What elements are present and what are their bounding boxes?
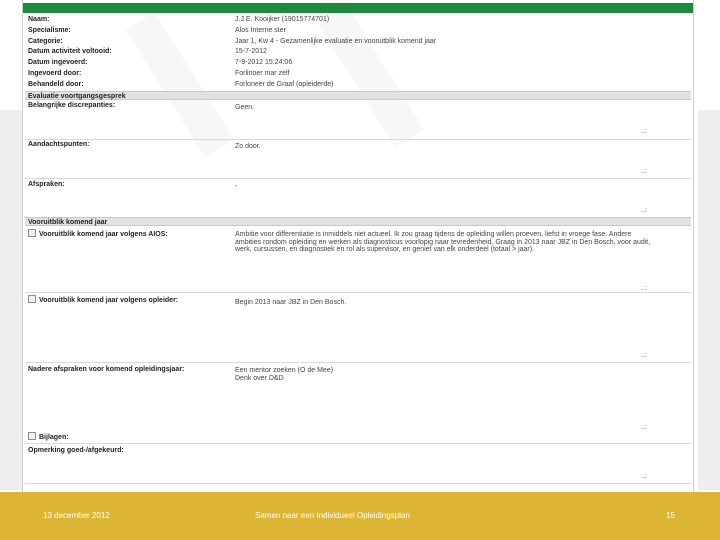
slide-side-left [0,110,22,490]
row-divider [25,443,691,444]
resize-handle-icon[interactable]: ..: [641,424,647,431]
label-ingevoerd-door: Ingevoerd door: [28,70,82,77]
resize-handle-icon[interactable]: ..: [641,128,647,135]
value-datum-ingevoerd: 7-9-2012 15:24:06 [235,59,293,66]
label-bijlagen-text: Bijlagen: [39,433,69,441]
label-vooruitblik-opleider: Vooruitblik komend jaar volgens opleider… [28,295,179,304]
value-discrepanties[interactable]: Geen. [235,104,254,111]
background-watermark [316,2,424,147]
label-datum-ingevoerd: Datum ingevoerd: [28,59,88,66]
value-vooruitblik-aios[interactable]: Ambitie voor differentiatie is inmiddels… [235,231,655,254]
value-ingevoerd-door: Forlinoer mar zelf [235,70,290,77]
value-datum-voltooid: 15-7-2012 [235,48,267,55]
label-behandeld-door: Behandeld door: [28,81,84,88]
row-divider [25,292,691,293]
footer-page-number: 15 [666,511,675,520]
value-specialisme: Alos Interne ster [235,27,286,34]
footer-title: Samen naar een Individueel Opleidingspla… [255,511,410,520]
header-green-bar [23,3,693,13]
row-divider [25,139,691,140]
label-naam: Naam: [28,16,50,23]
label-datum-voltooid: Datum activiteit voltooid: [28,48,112,55]
expand-checkbox-icon[interactable] [28,229,36,237]
value-naam: J.J.E. Kooijker (19015774701) [235,16,330,23]
value-afspraken[interactable]: - [235,183,237,190]
value-vooruitblik-opleider[interactable]: Begin 2013 naar JBZ in Den Bosch. [235,299,346,306]
row-divider [25,362,691,363]
label-vooruitblik-aios: Vooruitblik komend jaar volgens AIOS: [28,229,168,238]
background-watermark [126,12,234,157]
value-aandachtspunten[interactable]: Zo door. [235,143,261,150]
label-specialisme: Specialisme: [28,27,71,34]
section-header-vooruitblik: Vooruitblik komend jaar [25,217,691,226]
resize-handle-icon[interactable]: ..: [641,168,647,175]
label-vooruitblik-aios-text: Vooruitblik komend jaar volgens AIOS: [39,230,168,238]
label-opmerking: Opmerking goed-/afgekeurd: [28,447,124,454]
section-header-evaluatie: Evaluatie voortgangsgesprek [25,91,691,100]
slide-side-right [698,110,720,490]
label-categorie: Categorie: [28,38,63,45]
resize-handle-icon[interactable]: ..: [641,207,647,214]
expand-checkbox-icon[interactable] [28,295,36,303]
row-divider [25,178,691,179]
label-afspraken: Afspraken: [28,181,65,188]
value-categorie: Jaar 1, Kw 4 - Gezamenlijke evaluatie en… [235,38,437,45]
resize-handle-icon[interactable]: ..: [641,473,647,480]
footer-date: 13 december 2012 [43,511,110,520]
expand-checkbox-icon[interactable] [28,432,36,440]
label-discrepanties: Belangrijke discrepanties: [28,102,116,109]
resize-handle-icon[interactable]: ..: [641,285,647,292]
label-bijlagen: Bijlagen: [28,432,69,441]
value-nadere-afspraken[interactable]: Een mentor zoeken (O de Mee) Denk over D… [235,367,655,382]
value-behandeld-door: Forloneer de Graaf (opleiderde) [235,81,334,88]
label-nadere-afspraken: Nadere afspraken voor komend opleidingsj… [28,366,185,373]
row-divider [25,483,691,484]
label-vooruitblik-opleider-text: Vooruitblik komend jaar volgens opleider… [39,296,179,304]
resize-handle-icon[interactable]: ..: [641,352,647,359]
slide-footer: 13 december 2012 Samen naar een Individu… [0,492,720,540]
portfolio-form-screenshot: Naam: J.J.E. Kooijker (19015774701) Spec… [22,0,694,492]
label-aandachtspunten: Aandachtspunten: [28,141,90,148]
